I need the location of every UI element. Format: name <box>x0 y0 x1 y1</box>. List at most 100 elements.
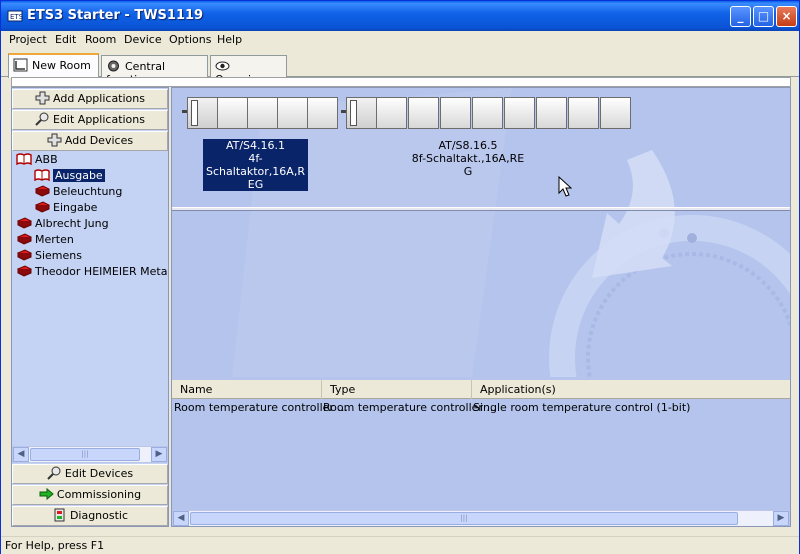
menu-edit[interactable]: Edit <box>53 33 78 46</box>
tree-item-label: Theodor HEIMEIER Metallwe <box>35 265 168 278</box>
edit-devices-button[interactable]: Edit Devices <box>12 464 168 484</box>
diagnostic-button[interactable]: Diagnostic <box>12 506 168 526</box>
book-icon <box>16 265 32 277</box>
table-row[interactable]: Room temperature controller ... Room tem… <box>172 401 790 417</box>
column-header-type[interactable]: Type <box>322 380 472 399</box>
tree-item-eingabe[interactable]: Eingabe <box>34 200 97 216</box>
cell-name: Room temperature controller ... <box>174 401 348 414</box>
window-title: ETS3 Starter - TWS1119 <box>27 8 204 23</box>
menu-bar: Project Edit Room Device Options Help <box>1 31 799 51</box>
device-module <box>472 97 503 129</box>
tree-item-label: Siemens <box>35 249 82 262</box>
application-list: Name Type Application(s) Room temperatur… <box>172 377 790 512</box>
tree-item-albrecht-jung[interactable]: Albrecht Jung <box>16 216 109 232</box>
device-at-s4-16-1[interactable] <box>187 97 338 129</box>
tree-item-beleuchtung[interactable]: Beleuchtung <box>34 184 122 200</box>
column-header-name[interactable]: Name <box>172 380 322 399</box>
device-module <box>217 97 248 129</box>
device-module <box>536 97 567 129</box>
commissioning-label: Commissioning <box>56 488 142 501</box>
menu-room[interactable]: Room <box>83 33 118 46</box>
maximize-button[interactable]: □ <box>753 6 774 27</box>
app-window: ETS ETS3 Starter - TWS1119 _ □ × Project… <box>0 0 800 554</box>
tab-new-room[interactable]: New Room <box>8 53 99 78</box>
tree-item-label: Merten <box>35 233 74 246</box>
title-bar[interactable]: ETS ETS3 Starter - TWS1119 _ □ × <box>1 1 799 31</box>
book-icon <box>16 217 32 229</box>
svg-text:ETS: ETS <box>10 13 23 21</box>
scroll-left-button[interactable]: ◀ <box>13 447 29 462</box>
diagnostic-label: Diagnostic <box>69 509 129 522</box>
tree-horizontal-scrollbar[interactable]: ◀ ||| ▶ <box>12 446 168 463</box>
scroll-thumb[interactable]: ||| <box>190 512 738 525</box>
device-rail-area: AT/S4.16.1 4f-Schaltaktor,16A,R EG AT/S8… <box>172 88 790 208</box>
scroll-left-button[interactable]: ◀ <box>173 511 189 526</box>
mouse-pointer-icon <box>558 176 572 197</box>
device-module <box>568 97 599 129</box>
device-label-at-s4-16-1[interactable]: AT/S4.16.1 4f-Schaltaktor,16A,R EG <box>203 139 308 191</box>
room-icon <box>13 58 28 72</box>
status-bar: For Help, press F1 <box>1 536 799 554</box>
open-book-icon <box>34 169 50 181</box>
close-button[interactable]: × <box>776 6 797 27</box>
arrow-right-icon <box>39 487 54 501</box>
gear-icon <box>108 60 119 72</box>
tab-central-functions[interactable]: Central functions <box>101 55 208 86</box>
magnifier-icon <box>35 112 49 126</box>
device-module <box>307 97 338 129</box>
status-text: For Help, press F1 <box>5 539 105 552</box>
add-devices-label: Add Devices <box>64 134 134 147</box>
tree-item-theodor-heimeier[interactable]: Theodor HEIMEIER Metallwe <box>16 264 168 280</box>
edit-applications-label: Edit Applications <box>53 113 145 126</box>
tree-item-merten[interactable]: Merten <box>16 232 74 248</box>
list-header: Name Type Application(s) <box>172 380 790 399</box>
book-icon <box>16 233 32 245</box>
device-at-s8-16-5[interactable] <box>346 97 631 129</box>
commissioning-button[interactable]: Commissioning <box>12 485 168 505</box>
plus-icon <box>35 91 50 105</box>
scroll-thumb[interactable]: ||| <box>30 448 140 461</box>
add-applications-button[interactable]: Add Applications <box>12 89 168 109</box>
device-module <box>504 97 535 129</box>
scroll-right-button[interactable]: ▶ <box>773 511 789 526</box>
device-module <box>376 97 407 129</box>
tree-item-siemens[interactable]: Siemens <box>16 248 82 264</box>
tab-new-room-label: New Room <box>32 59 91 72</box>
device-module <box>277 97 308 129</box>
device-module <box>187 97 218 129</box>
menu-help[interactable]: Help <box>215 33 244 46</box>
cell-type: Room temperature controller ... <box>323 401 497 414</box>
device-module <box>440 97 471 129</box>
edit-devices-label: Edit Devices <box>64 467 134 480</box>
column-header-applications[interactable]: Application(s) <box>472 380 790 399</box>
book-icon <box>34 185 50 197</box>
magnifier-icon <box>47 466 61 480</box>
tab-bar: New Room Central functions Overview <box>1 51 799 86</box>
tree-item-label: ABB <box>35 153 58 166</box>
tree-item-label: Eingabe <box>53 201 98 214</box>
tree-item-label: Albrecht Jung <box>35 217 109 230</box>
open-book-icon <box>16 153 32 165</box>
device-module <box>600 97 631 129</box>
minimize-button[interactable]: _ <box>730 6 751 27</box>
tree-item-ausgabe[interactable]: Ausgabe <box>34 168 105 184</box>
book-icon <box>34 201 50 213</box>
menu-device[interactable]: Device <box>122 33 164 46</box>
room-view: AT/S4.16.1 4f-Schaltaktor,16A,R EG AT/S8… <box>171 87 791 527</box>
edit-applications-button[interactable]: Edit Applications <box>12 110 168 130</box>
tree-item-abb[interactable]: ABB <box>16 152 58 168</box>
menu-options[interactable]: Options <box>167 33 213 46</box>
device-label-at-s8-16-5[interactable]: AT/S8.16.5 8f-Schaltakt.,16A,RE G <box>402 139 534 178</box>
tree-item-label: Ausgabe <box>53 169 105 182</box>
add-devices-button[interactable]: Add Devices <box>12 131 168 151</box>
tab-overview[interactable]: Overview <box>210 55 287 86</box>
list-horizontal-scrollbar[interactable]: ◀ ||| ▶ <box>172 510 790 526</box>
scroll-right-button[interactable]: ▶ <box>151 447 167 462</box>
menu-project[interactable]: Project <box>7 33 49 46</box>
room-drop-area[interactable] <box>172 211 790 377</box>
device-module <box>346 97 377 129</box>
diagnostic-icon <box>54 508 65 522</box>
ets-app-icon: ETS <box>7 10 23 22</box>
left-panel: Add Applications Edit Applications Add D… <box>11 87 169 527</box>
manufacturer-tree: ABB Ausgabe Beleuchtung Eingabe Albrecht… <box>12 151 168 445</box>
